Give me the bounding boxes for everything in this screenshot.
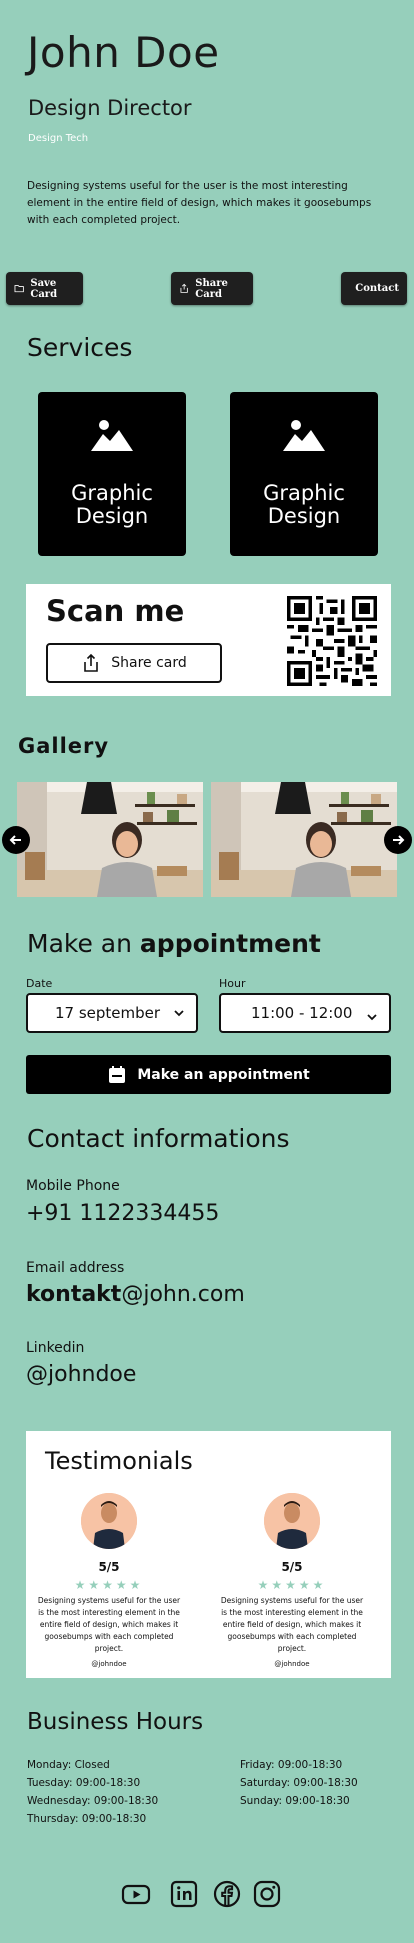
hours-row: Saturday: 09:00-18:30: [240, 1777, 358, 1789]
rating-stars: ★★★★★: [74, 1578, 144, 1592]
make-appointment-button[interactable]: Make an appointment: [26, 1055, 391, 1094]
testimonials-card: Testimonials 5/5 ★★★★★ Designing systems…: [26, 1431, 391, 1678]
services-heading: Services: [27, 333, 133, 362]
folder-icon: [14, 285, 24, 293]
testimonial-handle: @johndoe: [274, 1660, 310, 1668]
qr-code: [287, 596, 377, 686]
instagram-icon[interactable]: [252, 1879, 282, 1909]
gallery-image[interactable]: [17, 782, 203, 897]
mountain-icon: [283, 420, 325, 451]
chevron-down-icon: [174, 1010, 184, 1017]
gallery-next-button[interactable]: [384, 826, 412, 854]
share-icon: [180, 283, 188, 293]
testimonial-text: Designing systems useful for the user is…: [37, 1596, 181, 1653]
email-rest: @john.com: [121, 1282, 245, 1307]
avatar: [81, 1493, 137, 1549]
hours-right: Friday: 09:00-18:30 Saturday: 09:00-18:3…: [240, 1756, 358, 1810]
hours-row: Friday: 09:00-18:30: [240, 1759, 343, 1771]
arrow-left-icon: [9, 835, 21, 845]
hours-row: Sunday: 09:00-18:30: [240, 1795, 350, 1807]
avatar: [264, 1493, 320, 1549]
appointment-heading-light: Make an: [27, 929, 132, 958]
testimonial: 5/5 ★★★★★ Designing systems useful for t…: [218, 1493, 366, 1668]
profile-bio: Designing systems useful for the user is…: [27, 180, 372, 226]
company-name: Design Tech: [28, 133, 89, 144]
email-bold: kontakt: [26, 1282, 122, 1307]
service-label: Graphic Design: [71, 481, 153, 528]
testimonials-heading: Testimonials: [45, 1447, 193, 1475]
phone-value[interactable]: +91 1122334455: [26, 1201, 219, 1226]
business-hours-heading: Business Hours: [27, 1709, 204, 1735]
testimonial-text: Designing systems useful for the user is…: [220, 1596, 364, 1653]
share-card-button[interactable]: Share Card: [171, 272, 253, 305]
hours-row: Wednesday: 09:00-18:30: [27, 1795, 159, 1807]
linkedin-icon[interactable]: [169, 1879, 199, 1909]
rating-score: 5/5: [281, 1560, 303, 1574]
email-value[interactable]: kontakt@john.com: [26, 1282, 245, 1307]
email-label: Email address: [26, 1260, 125, 1276]
mountain-icon: [91, 420, 133, 451]
phone-label: Mobile Phone: [26, 1178, 120, 1194]
service-card[interactable]: Graphic Design: [38, 392, 186, 556]
share-icon: [84, 653, 99, 672]
service-label: Graphic Design: [263, 481, 345, 528]
gallery-prev-button[interactable]: [2, 826, 30, 854]
chevron-down-icon: [367, 1014, 377, 1021]
appointment-heading-bold: appointment: [139, 929, 321, 958]
contact-heading: Contact informations: [27, 1124, 290, 1153]
share-card-qr-button[interactable]: Share card: [46, 643, 222, 683]
hours-row: Monday: Closed: [27, 1759, 110, 1771]
scan-card: Scan me Share card: [26, 584, 391, 696]
date-label: Date: [26, 977, 53, 990]
share-card-qr-label: Share card: [111, 655, 187, 671]
gallery-image[interactable]: [211, 782, 397, 897]
testimonial: 5/5 ★★★★★ Designing systems useful for t…: [35, 1493, 183, 1668]
service-card[interactable]: Graphic Design: [230, 392, 378, 556]
arrow-right-icon: [393, 835, 405, 845]
hours-row: Thursday: 09:00-18:30: [27, 1813, 147, 1825]
contact-button[interactable]: Contact: [341, 272, 407, 305]
save-card-button[interactable]: Save Card: [6, 272, 83, 305]
youtube-icon[interactable]: [121, 1879, 151, 1909]
contact-label: Contact: [355, 283, 399, 294]
profile-name: John Doe: [27, 28, 220, 77]
share-card-label: Share Card: [195, 277, 228, 300]
facebook-icon[interactable]: [212, 1879, 242, 1909]
appointment-heading: Make an appointment: [27, 929, 321, 958]
linkedin-value[interactable]: @johndoe: [26, 1362, 136, 1387]
hours-row: Tuesday: 09:00-18:30: [27, 1777, 141, 1789]
linkedin-label: Linkedin: [26, 1340, 85, 1356]
date-value: 17 september: [55, 1004, 161, 1022]
rating-stars: ★★★★★: [257, 1578, 327, 1592]
hour-value: 11:00 - 12:00: [251, 1004, 353, 1022]
job-title: Design Director: [28, 96, 192, 120]
calendar-icon: [109, 1065, 126, 1083]
hour-label: Hour: [219, 977, 246, 990]
testimonial-handle: @johndoe: [91, 1660, 127, 1668]
rating-score: 5/5: [98, 1560, 120, 1574]
date-select[interactable]: 17 september: [26, 993, 198, 1033]
scan-title: Scan me: [46, 594, 185, 628]
gallery-heading: Gallery: [18, 734, 110, 758]
hour-select[interactable]: 11:00 - 12:00: [219, 993, 391, 1033]
make-appointment-label: Make an appointment: [137, 1066, 310, 1083]
save-card-label: Save Card: [30, 277, 58, 300]
hours-left: Monday: Closed Tuesday: 09:00-18:30 Wedn…: [27, 1756, 158, 1828]
